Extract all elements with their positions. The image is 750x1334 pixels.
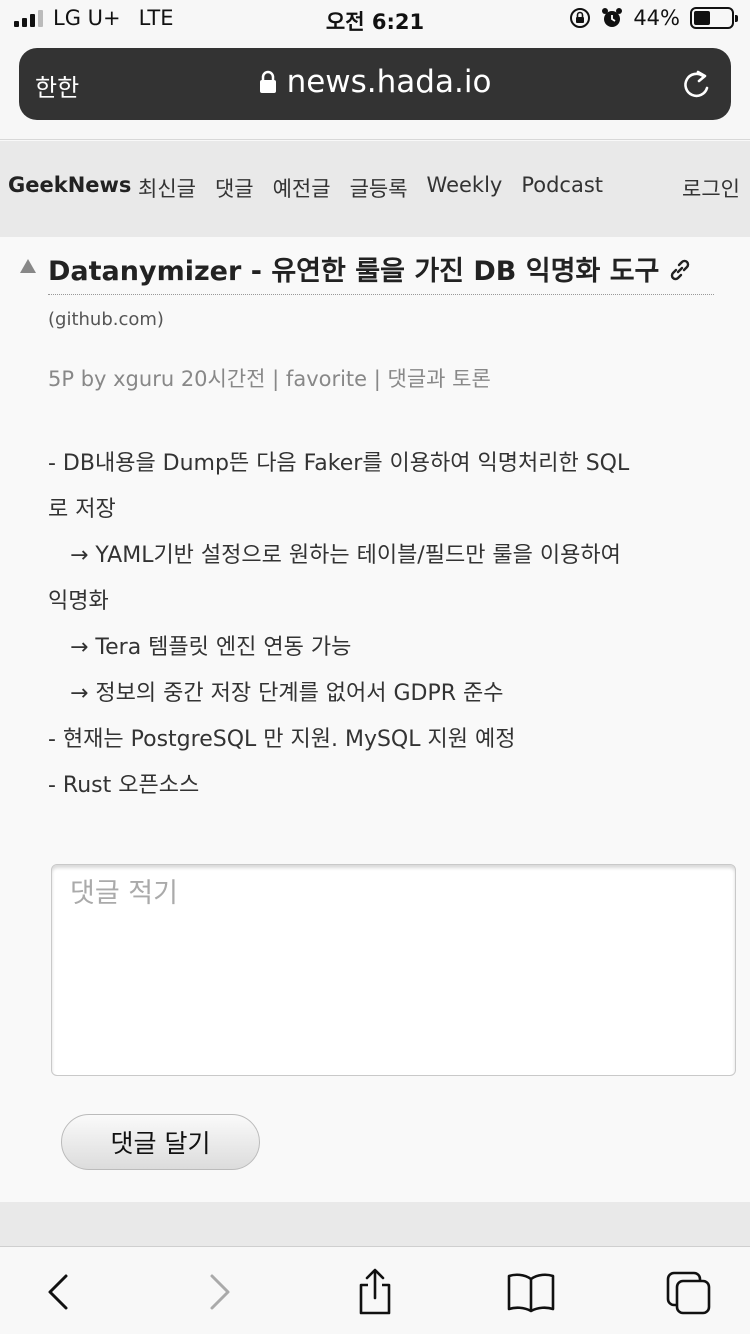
orientation-lock-icon [570, 8, 591, 28]
nav-link-past[interactable]: 예전글 [273, 173, 331, 203]
login-link[interactable]: 로그인 [682, 173, 740, 203]
post-body: - DB내용을 Dump뜬 다음 Faker를 이용하여 익명처리한 SQL 로… [48, 441, 738, 809]
body-line: → 정보의 중간 저장 단계를 없어서 GDPR 준수 [70, 681, 504, 706]
share-button[interactable] [350, 1267, 400, 1317]
nav-link-latest[interactable]: 최신글 [138, 173, 196, 203]
comments-section-top [0, 1202, 750, 1246]
forward-button[interactable] [194, 1267, 244, 1317]
post-domain[interactable]: (github.com) [48, 309, 164, 330]
body-line: - 현재는 PostgreSQL 만 지원. MySQL 지원 예정 [48, 727, 516, 752]
body-line: - DB내용을 Dump뜬 다음 Faker를 이용하여 익명처리한 SQL [48, 451, 630, 476]
body-line: 익명화 [48, 589, 109, 614]
nav-link-weekly[interactable]: Weekly [427, 173, 503, 203]
url-host: news.hada.io [286, 64, 492, 100]
submit-comment-button[interactable]: 댓글 달기 [61, 1114, 260, 1170]
battery-icon [690, 7, 738, 29]
bookmarks-button[interactable] [506, 1267, 556, 1317]
post-title[interactable]: Datanymizer - 유연한 룰을 가진 DB 익명화 도구 [48, 256, 659, 287]
body-line: → Tera 템플릿 엔진 연동 가능 [70, 635, 352, 660]
link-icon[interactable] [667, 257, 693, 283]
body-line: → YAML기반 설정으로 원하는 테이블/필드만 룰을 이용하여 [70, 543, 621, 568]
comment-input[interactable] [51, 864, 736, 1076]
site-logo-link[interactable]: GeekNews [8, 173, 131, 197]
lock-icon [259, 70, 276, 93]
site-nav: GeekNews 최신글 댓글 예전글 글등록 Weekly Podcast 로… [0, 141, 750, 237]
nav-link-podcast[interactable]: Podcast [521, 173, 603, 203]
address-bar[interactable]: 한한 news.hada.io [19, 48, 731, 120]
status-bar: LG U+ LTE 오전 6:21 44% [0, 0, 750, 40]
tabs-icon [666, 1271, 711, 1315]
body-line: - Rust 오픈소스 [48, 773, 200, 798]
reload-icon[interactable] [681, 68, 713, 102]
forward-icon [210, 1274, 230, 1310]
alarm-icon [602, 8, 623, 27]
nav-link-comments[interactable]: 댓글 [215, 173, 254, 203]
upvote-icon[interactable] [20, 259, 36, 273]
share-icon [359, 1268, 391, 1315]
browser-toolbar [0, 1246, 750, 1334]
post-meta: 5P by xguru 20시간전 | favorite | 댓글과 토론 [48, 367, 491, 391]
browser-chrome: 한한 news.hada.io [0, 40, 750, 140]
body-line: 로 저장 [48, 497, 116, 522]
back-icon [48, 1274, 68, 1310]
nav-link-submit[interactable]: 글등록 [350, 173, 408, 203]
battery-fill [694, 11, 710, 25]
post-title-row: Datanymizer - 유연한 룰을 가진 DB 익명화 도구 [48, 249, 714, 295]
back-button[interactable] [34, 1267, 84, 1317]
tabs-button[interactable] [664, 1267, 714, 1317]
battery-percent: 44% [633, 6, 680, 30]
post-content: Datanymizer - 유연한 룰을 가진 DB 익명화 도구 (githu… [0, 237, 750, 1202]
bookmarks-icon [507, 1273, 555, 1313]
